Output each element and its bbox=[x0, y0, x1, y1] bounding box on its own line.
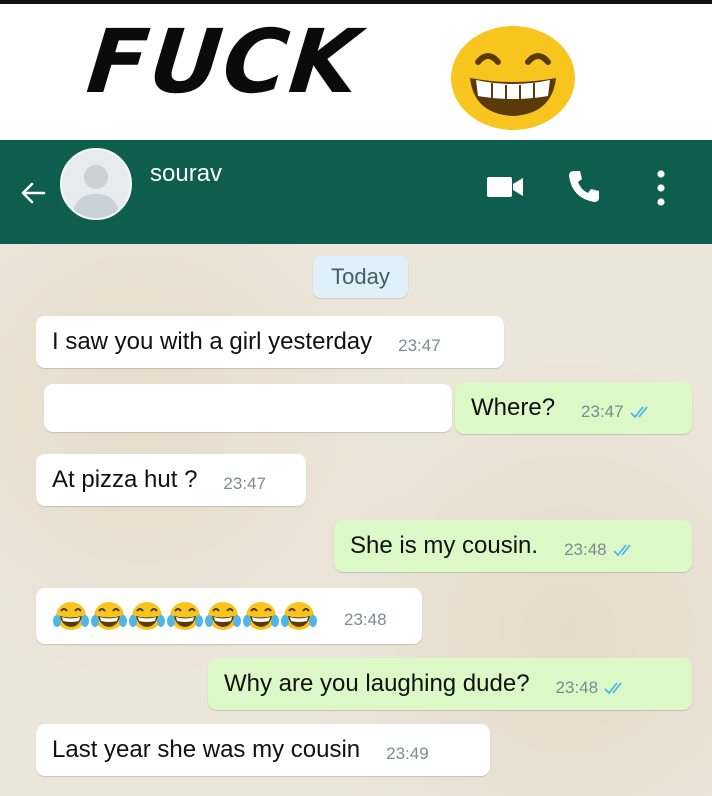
meme-caption: FUCK bbox=[0, 0, 712, 140]
message-bubble-outgoing[interactable]: Where? 23:47 bbox=[455, 382, 692, 434]
tears-of-joy-emoji-icon bbox=[129, 602, 165, 630]
read-ticks-icon bbox=[604, 682, 622, 695]
phone-icon[interactable] bbox=[566, 168, 602, 204]
tears-of-joy-emoji-icon bbox=[205, 602, 241, 630]
emoji-row bbox=[52, 599, 318, 633]
message-time: 23:47 bbox=[398, 336, 441, 355]
back-arrow-icon[interactable] bbox=[18, 178, 48, 208]
message-bubble-incoming-blank[interactable] bbox=[44, 384, 452, 432]
message-bubble-incoming[interactable]: 23:48 bbox=[36, 588, 422, 644]
date-separator: Today bbox=[313, 256, 408, 298]
default-avatar-icon bbox=[72, 165, 120, 218]
video-call-icon[interactable] bbox=[486, 174, 524, 200]
message-time: 23:48 bbox=[564, 540, 607, 559]
caption-text: FUCK bbox=[82, 10, 366, 113]
message-time: 23:48 bbox=[344, 610, 387, 629]
tears-of-joy-emoji-icon bbox=[53, 602, 89, 630]
message-text: Why are you laughing dude? bbox=[224, 670, 530, 697]
contact-name[interactable]: sourav bbox=[150, 160, 222, 188]
laughing-emoji-icon bbox=[451, 26, 575, 130]
message-time: 23:49 bbox=[386, 744, 429, 763]
message-text: At pizza hut ? bbox=[52, 466, 198, 493]
message-time: 23:47 bbox=[223, 474, 266, 493]
more-menu-icon[interactable] bbox=[654, 168, 668, 208]
message-text: I saw you with a girl yesterday bbox=[52, 328, 373, 355]
read-ticks-icon bbox=[612, 544, 631, 557]
message-text: She is my cousin. bbox=[350, 532, 539, 559]
tears-of-joy-emoji-icon bbox=[167, 602, 203, 630]
message-time: 23:47 bbox=[581, 402, 624, 421]
tears-of-joy-emoji-icon bbox=[281, 602, 317, 630]
message-time: 23:48 bbox=[555, 678, 599, 697]
message-text: Where? bbox=[471, 394, 556, 421]
message-bubble-incoming[interactable]: Last year she was my cousin 23:49 bbox=[36, 724, 490, 776]
message-bubble-outgoing[interactable]: Why are you laughing dude? 23:48 bbox=[208, 658, 692, 710]
message-bubble-incoming[interactable]: At pizza hut ? 23:47 bbox=[36, 454, 306, 506]
read-ticks-icon bbox=[629, 406, 648, 419]
tears-of-joy-emoji-icon bbox=[91, 602, 127, 630]
message-bubble-outgoing[interactable]: She is my cousin. 23:48 bbox=[334, 520, 692, 572]
message-bubble-incoming[interactable]: I saw you with a girl yesterday 23:47 bbox=[36, 316, 504, 368]
tears-of-joy-emoji-icon bbox=[243, 602, 279, 630]
avatar[interactable] bbox=[60, 148, 132, 220]
message-text: Last year she was my cousin bbox=[52, 736, 361, 763]
